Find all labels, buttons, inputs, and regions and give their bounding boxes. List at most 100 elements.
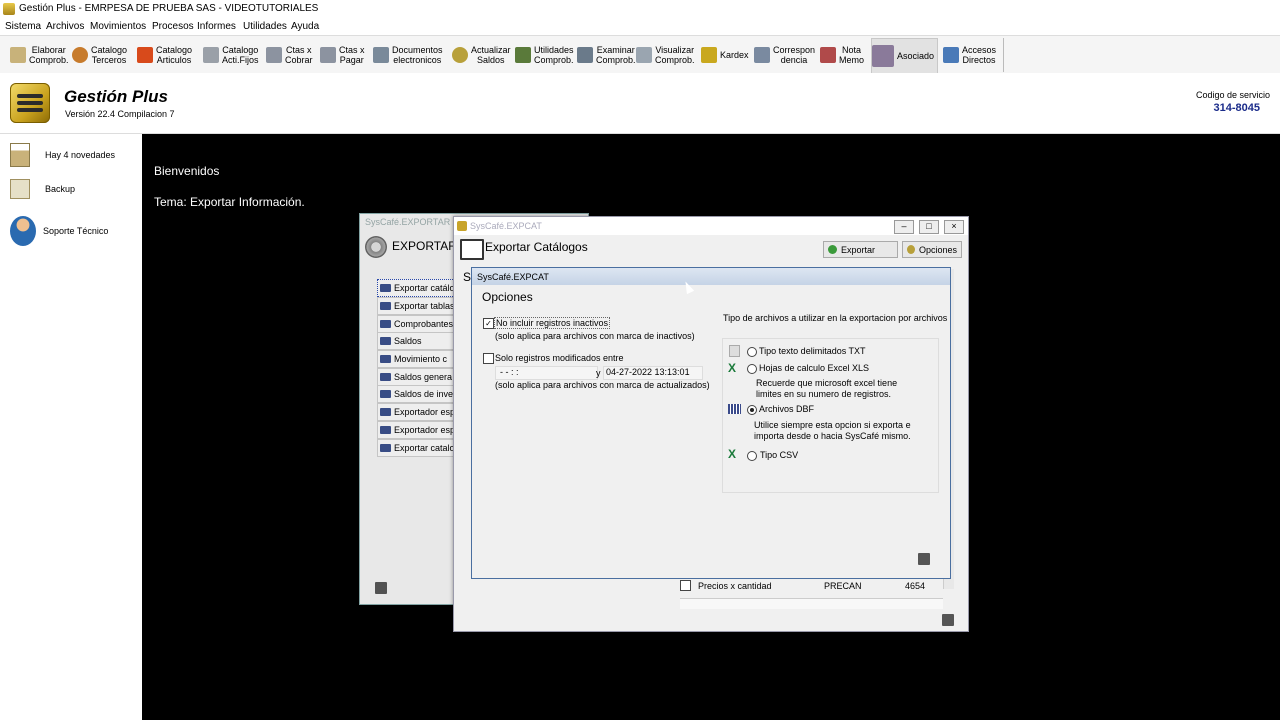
txt-file-icon [729, 345, 740, 357]
xls-radio[interactable] [747, 364, 757, 374]
export-icon [380, 302, 391, 310]
file-type-title: Tipo de archivos a utilizar en la export… [723, 313, 948, 323]
csv-radio[interactable] [747, 451, 757, 461]
date-from-input[interactable]: - - : : [495, 366, 598, 380]
sidebar-item-soporte[interactable]: Soporte Técnico [10, 216, 108, 246]
csv-label[interactable]: Tipo CSV [760, 450, 798, 460]
toolbar-catalogo-terceros-button[interactable]: Catalogo Terceros [72, 38, 127, 72]
toolbar-examinar-comprob-button[interactable]: Examinar Comprob. [577, 38, 636, 72]
export-green-icon [828, 245, 837, 254]
app-icon [3, 3, 15, 15]
exportar-item[interactable]: Exportar catalo [377, 439, 459, 457]
toolbar-asociado-button[interactable]: Asociado [871, 38, 939, 74]
exit-icon[interactable] [918, 553, 930, 565]
service-code-label: Codigo de servicio [1195, 90, 1270, 100]
mail-icon [754, 47, 770, 63]
toolbar-utilidades-comprob-button[interactable]: Utilidades Comprob. [515, 38, 574, 72]
exit-icon[interactable] [375, 582, 387, 594]
menu-procesos[interactable]: Procesos [152, 21, 194, 32]
menu-ayuda[interactable]: Ayuda [291, 21, 319, 32]
app-header: Gestión Plus Versión 22.4 Compilacion 7 … [0, 73, 1280, 134]
toolbar-ctas-cobrar-button[interactable]: Ctas x Cobrar [266, 38, 313, 72]
toolbar-accesos-directos-button[interactable]: Accesos Directos [943, 38, 996, 72]
backup-icon [10, 179, 30, 199]
toolbar-documentos-electronicos-button[interactable]: Documentos electronicos [373, 38, 443, 72]
toolbar-catalogo-articulos-button[interactable]: Catalogo Articulos [137, 38, 192, 72]
tools-icon [203, 47, 219, 63]
window-title: Gestión Plus - EMRPESA DE PRUEBA SAS - V… [19, 3, 319, 14]
exportar-item[interactable]: Exportador esp [377, 421, 459, 439]
txt-radio[interactable] [747, 347, 757, 357]
modificados-label[interactable]: Solo registros modificados entre [495, 353, 624, 363]
modificados-checkbox[interactable] [483, 353, 494, 364]
no-inactivos-label[interactable]: No incluir registros inactivos [494, 317, 611, 329]
menu-bar: Sistema Archivos Movimientos Procesos In… [0, 19, 1280, 35]
minimize-button[interactable]: – [894, 220, 914, 234]
kardex-icon [701, 47, 717, 63]
toolbar-actualizar-saldos-button[interactable]: Actualizar Saldos [452, 38, 511, 72]
menu-movimientos[interactable]: Movimientos [90, 21, 146, 32]
xls-label[interactable]: Hojas de calculo Excel XLS [759, 363, 869, 373]
toolbar-ctas-pagar-button[interactable]: Ctas x Pagar [320, 38, 365, 72]
toolbar-correspondencia-button[interactable]: Correspon dencia [754, 38, 815, 72]
clipboard-icon [10, 143, 30, 167]
dialog-heading: Opciones [482, 290, 533, 304]
exportar-item[interactable]: Saldos de inve [377, 385, 459, 403]
export-icon [380, 320, 391, 328]
dbf-label[interactable]: Archivos DBF [759, 404, 814, 414]
exportar-button[interactable]: Exportar [823, 241, 898, 258]
sidebar-item-novedades[interactable]: Hay 4 novedades [10, 143, 115, 167]
toolbar-separator [1003, 38, 1004, 72]
export-icon [380, 408, 391, 416]
money-in-icon [266, 47, 282, 63]
no-inactivos-checkbox[interactable]: ✓ [483, 318, 494, 329]
txt-label[interactable]: Tipo texto delimitados TXT [759, 346, 866, 356]
toolbar-elaborar-comprob-button[interactable]: Elaborar Comprob. [10, 38, 69, 72]
horizontal-scrollbar[interactable] [680, 598, 943, 609]
gear-icon [365, 236, 387, 258]
export-icon [380, 284, 391, 292]
exportar-item[interactable]: Exportador esp [377, 403, 459, 421]
exportar-item[interactable]: Exportar tablas [377, 297, 459, 315]
exportar-item[interactable]: Saldos [377, 332, 459, 350]
opciones-dialog: SysCafé.EXPCAT Opciones ✓ No incluir reg… [471, 267, 951, 579]
date-to-input[interactable]: 04-27-2022 13:13:01 [603, 366, 703, 380]
toolbar-catalogo-actifijos-button[interactable]: Catalogo Acti.Fijos [203, 38, 259, 72]
export-icon [380, 426, 391, 434]
exportar-item[interactable]: Movimiento c [377, 350, 459, 368]
csv-icon: X [728, 447, 737, 461]
dbf-icon [728, 404, 741, 414]
pencil-icon [10, 47, 26, 63]
xls-note-1: Recuerde que microsoft excel tiene [756, 378, 898, 388]
row-count: 4654 [905, 581, 926, 591]
note-icon [820, 47, 836, 63]
toolbar-kardex-button[interactable]: Kardex [701, 38, 749, 72]
maximize-button[interactable]: □ [919, 220, 939, 234]
app-icon [457, 221, 467, 231]
export-icon [380, 390, 391, 398]
exportar-item[interactable]: Comprobantes [377, 315, 459, 333]
sidebar-item-backup[interactable]: Backup [10, 179, 75, 199]
file-type-group [722, 338, 939, 493]
opciones-button[interactable]: Opciones [902, 241, 962, 258]
dbf-radio[interactable] [747, 405, 757, 415]
dbf-note-1: Utilice siempre esta opcion si exporta e [754, 420, 911, 430]
menu-sistema[interactable]: Sistema [5, 21, 41, 32]
exportar-heading: EXPORTAR [392, 239, 457, 253]
menu-informes[interactable]: Informes [197, 21, 236, 32]
toolbar-visualizar-comprob-button[interactable]: Visualizar Comprob. [636, 38, 695, 72]
dialog-title: SysCafé.EXPCAT [477, 272, 549, 282]
close-button[interactable]: × [944, 220, 964, 234]
expcat-side-letter: S [463, 270, 472, 284]
modificados-note: (solo aplica para archivos con marca de … [495, 380, 710, 390]
exportar-item[interactable]: Exportar catálogos [377, 279, 459, 297]
row-checkbox[interactable] [680, 580, 691, 591]
menu-utilidades[interactable]: Utilidades [243, 21, 287, 32]
excel-icon: X [728, 361, 737, 375]
menu-archivos[interactable]: Archivos [46, 21, 84, 32]
toolbar-nota-memo-button[interactable]: Nota Memo [820, 38, 864, 72]
exit-icon[interactable] [942, 614, 954, 626]
exportar-item[interactable]: Saldos genera [377, 368, 459, 386]
sidebar: Hay 4 novedades Backup Soporte Técnico [0, 134, 142, 720]
row-code: PRECAN [824, 581, 862, 591]
